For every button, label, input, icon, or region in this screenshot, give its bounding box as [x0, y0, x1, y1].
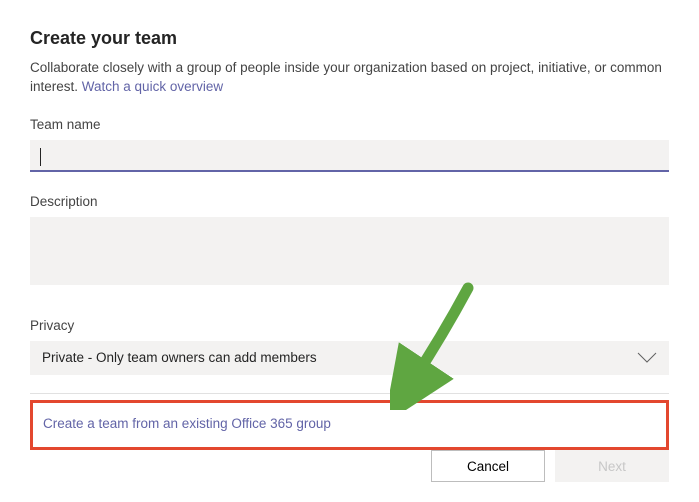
- privacy-select[interactable]: Private - Only team owners can add membe…: [30, 341, 669, 375]
- privacy-label: Privacy: [30, 318, 669, 333]
- divider: [30, 393, 669, 394]
- create-from-existing-group-link[interactable]: Create a team from an existing Office 36…: [43, 416, 331, 431]
- team-name-label: Team name: [30, 117, 669, 132]
- chevron-down-icon: [637, 352, 657, 364]
- dialog-subtitle: Collaborate closely with a group of peop…: [30, 59, 669, 97]
- watch-overview-link[interactable]: Watch a quick overview: [82, 79, 223, 94]
- team-name-input[interactable]: [30, 140, 669, 172]
- dialog-title: Create your team: [30, 28, 669, 49]
- text-cursor: [40, 148, 41, 166]
- highlight-annotation-box: Create a team from an existing Office 36…: [30, 400, 669, 450]
- next-button[interactable]: Next: [555, 450, 669, 482]
- description-label: Description: [30, 194, 669, 209]
- privacy-selected-value: Private - Only team owners can add membe…: [42, 350, 317, 365]
- cancel-button[interactable]: Cancel: [431, 450, 545, 482]
- description-input[interactable]: [30, 217, 669, 285]
